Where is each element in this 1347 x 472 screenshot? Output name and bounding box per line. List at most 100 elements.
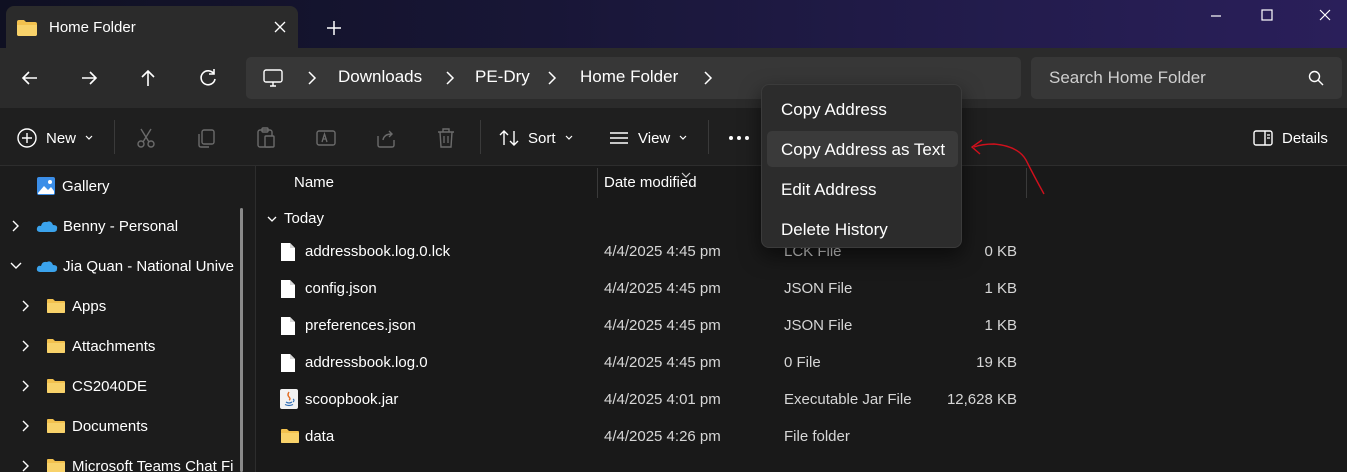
file-size: 12,628 KB (946, 391, 1017, 408)
chevron-right-icon[interactable] (18, 298, 34, 314)
cut-icon[interactable] (134, 126, 158, 150)
file-icon (280, 279, 296, 303)
sidebar-item-gallery[interactable]: Gallery (36, 168, 110, 204)
breadcrumb-downloads[interactable]: Downloads (338, 67, 422, 87)
breadcrumb-home-folder[interactable]: Home Folder (580, 67, 678, 87)
delete-icon[interactable] (434, 126, 458, 150)
plus-circle-icon (17, 128, 37, 148)
view-icon (610, 132, 628, 144)
rename-icon[interactable] (314, 126, 338, 150)
chevron-right-icon[interactable] (18, 458, 34, 472)
search-box[interactable]: Search Home Folder (1031, 57, 1342, 99)
sort-label: Sort (528, 129, 556, 147)
sidebar-item-label: Documents (72, 417, 148, 435)
chevron-right-icon[interactable] (304, 69, 320, 87)
table-row[interactable]: preferences.json 4/4/2025 4:45 pm JSON F… (276, 307, 1036, 344)
file-type: 0 File (784, 354, 821, 371)
tab-title: Home Folder (49, 19, 136, 36)
chevron-down-icon (679, 135, 687, 140)
search-input[interactable]: Search Home Folder (1049, 68, 1206, 88)
title-bar: Home Folder (0, 0, 1347, 48)
chevron-right-icon[interactable] (442, 69, 458, 87)
back-arrow-icon[interactable] (15, 64, 45, 92)
folder-icon (47, 379, 65, 393)
menu-item-delete-history[interactable]: Delete History (767, 211, 958, 247)
file-icon (280, 242, 296, 266)
column-divider[interactable] (597, 168, 598, 198)
new-label: New (46, 129, 77, 147)
file-name: addressbook.log.0.lck (305, 243, 451, 260)
java-icon (279, 388, 299, 414)
navigation-bar: Downloads PE-Dry Home Folder Search Home… (0, 48, 1347, 108)
menu-item-label: Copy Address (781, 100, 887, 119)
table-row[interactable]: data 4/4/2025 4:26 pm File folder (276, 418, 1036, 455)
this-pc-icon[interactable] (262, 67, 284, 93)
column-header-name[interactable]: Name (294, 174, 334, 191)
more-options-icon[interactable] (727, 126, 751, 150)
chevron-right-icon[interactable] (8, 218, 24, 234)
chevron-down-icon (267, 216, 277, 222)
file-name: config.json (305, 280, 377, 297)
refresh-icon[interactable] (193, 64, 223, 92)
sidebar-item-label: Apps (72, 297, 107, 315)
sidebar-item-jia-quan[interactable]: Jia Quan - National Unive (8, 248, 234, 284)
share-icon[interactable] (374, 126, 398, 150)
copy-icon[interactable] (194, 126, 218, 150)
file-icon (280, 353, 296, 377)
menu-item-copy-address-as-text[interactable]: Copy Address as Text (767, 131, 958, 167)
sort-button[interactable]: Sort (498, 124, 574, 152)
navigation-pane: Gallery Benny - Personal Jia Quan - Nati… (0, 166, 255, 472)
chevron-down-icon[interactable] (8, 258, 24, 274)
close-window-icon[interactable] (1302, 4, 1347, 28)
file-date: 4/4/2025 4:45 pm (604, 317, 721, 334)
sidebar-item-documents[interactable]: Documents (18, 408, 148, 444)
paste-icon[interactable] (254, 126, 278, 150)
table-row[interactable]: addressbook.log.0 4/4/2025 4:45 pm 0 Fil… (276, 344, 1036, 381)
sidebar-item-benny-personal[interactable]: Benny - Personal (8, 208, 178, 244)
maximize-icon[interactable] (1244, 4, 1290, 28)
minimize-icon[interactable] (1193, 4, 1239, 28)
file-size: 1 KB (984, 280, 1017, 297)
table-row[interactable]: config.json 4/4/2025 4:45 pm JSON File 1… (276, 270, 1036, 307)
menu-item-copy-address[interactable]: Copy Address (767, 91, 958, 127)
tab-home-folder[interactable]: Home Folder (6, 6, 298, 48)
menu-item-label: Edit Address (781, 180, 877, 199)
sidebar-item-apps[interactable]: Apps (18, 288, 106, 324)
chevron-right-icon[interactable] (700, 69, 716, 87)
divider (480, 120, 481, 154)
chevron-right-icon[interactable] (18, 418, 34, 434)
folder-icon (280, 428, 300, 448)
column-header-date-modified[interactable]: Date modified (604, 174, 697, 191)
table-row[interactable]: scoopbook.jar 4/4/2025 4:01 pm Executabl… (276, 381, 1036, 418)
sidebar-item-microsoft-teams-chat[interactable]: Microsoft Teams Chat Fi (18, 448, 233, 472)
group-label: Today (284, 210, 325, 227)
details-button[interactable]: Details (1252, 124, 1328, 152)
view-button[interactable]: View (608, 124, 688, 152)
sidebar-item-cs2040de[interactable]: CS2040DE (18, 368, 147, 404)
new-button[interactable]: New (16, 124, 94, 152)
search-icon[interactable] (1307, 69, 1325, 91)
onedrive-icon (36, 221, 58, 232)
chevron-down-icon (85, 135, 93, 140)
folder-icon (47, 339, 65, 353)
sidebar-scrollbar[interactable] (240, 208, 243, 472)
file-name: addressbook.log.0 (305, 354, 428, 371)
folder-icon (16, 19, 38, 41)
sidebar-item-attachments[interactable]: Attachments (18, 328, 155, 364)
close-tab-icon[interactable] (268, 15, 292, 39)
file-type: JSON File (784, 280, 853, 297)
breadcrumb-pe-dry[interactable]: PE-Dry (475, 67, 530, 87)
menu-item-edit-address[interactable]: Edit Address (767, 171, 958, 207)
forward-arrow-icon[interactable] (74, 64, 104, 92)
file-name: data (305, 428, 335, 445)
group-header-today[interactable]: Today (266, 210, 324, 227)
new-tab-icon[interactable] (322, 16, 346, 40)
folder-icon (47, 459, 65, 472)
chevron-right-icon[interactable] (18, 378, 34, 394)
gallery-icon (37, 177, 55, 195)
chevron-right-icon[interactable] (544, 69, 560, 87)
up-arrow-icon[interactable] (133, 64, 163, 92)
sidebar-item-label: Gallery (62, 177, 110, 195)
chevron-right-icon[interactable] (18, 338, 34, 354)
sidebar-item-label: Jia Quan - National Unive (63, 257, 234, 275)
